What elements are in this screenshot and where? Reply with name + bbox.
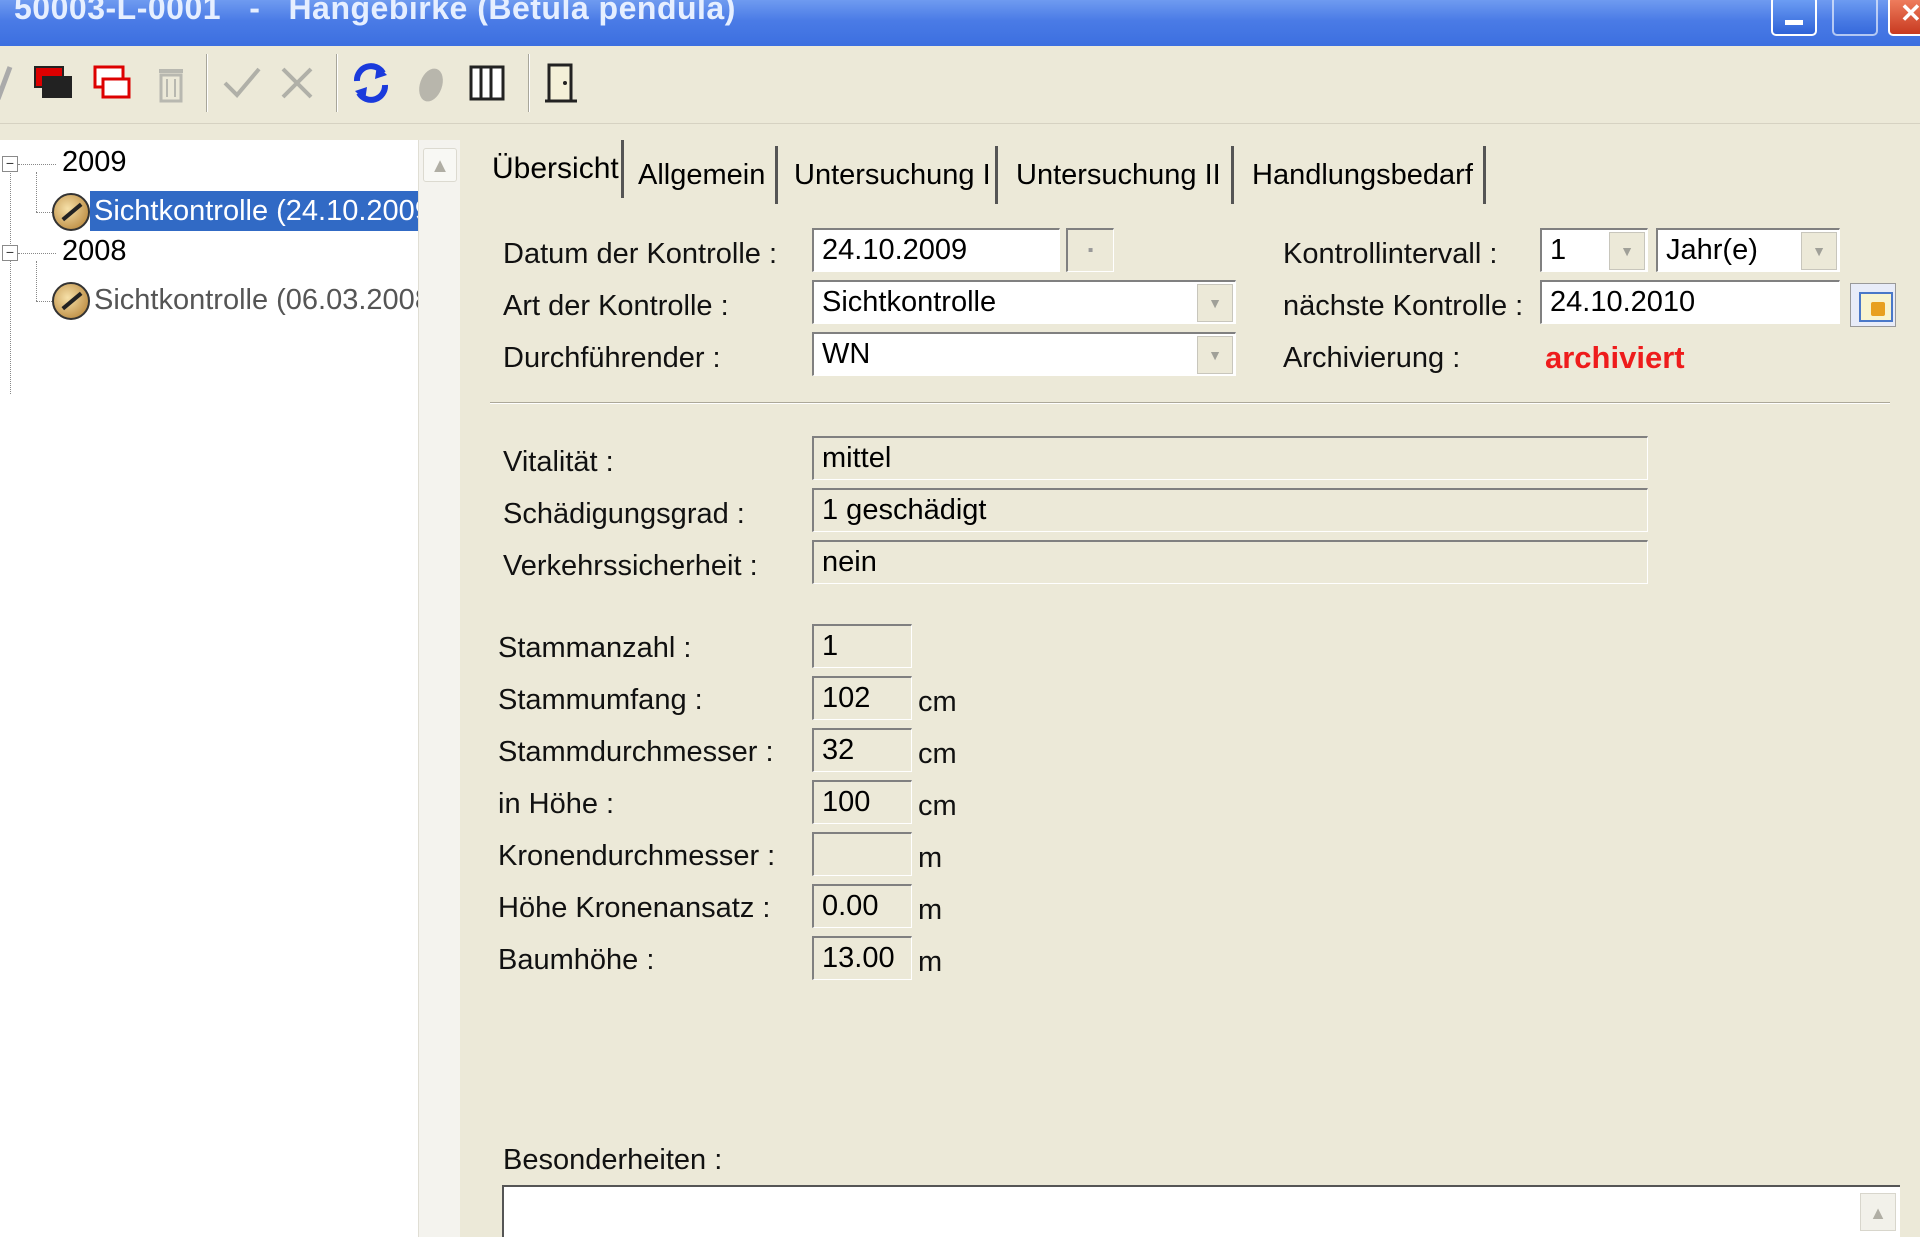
vitalitaet-label: Vitalität : bbox=[503, 446, 614, 478]
stammdm-unit: cm bbox=[918, 738, 957, 770]
tree-year-2009[interactable]: 2009 bbox=[62, 146, 127, 179]
kronenansatz-label: Höhe Kronenansatz : bbox=[498, 892, 771, 924]
schaed-field: 1 geschädigt bbox=[812, 488, 1648, 532]
expander-2009[interactable]: − bbox=[2, 156, 18, 172]
tab-uebersicht[interactable]: Übersicht bbox=[484, 140, 624, 198]
scroll-up-arrow-icon[interactable]: ▲ bbox=[423, 148, 457, 182]
naechste-field[interactable]: 24.10.2010 bbox=[1540, 280, 1840, 324]
inspection-icon bbox=[52, 282, 90, 320]
tab-handlungsbedarf[interactable]: Handlungsbedarf bbox=[1244, 146, 1486, 204]
toolbar bbox=[0, 46, 1920, 124]
tab-untersuchung-1[interactable]: Untersuchung I bbox=[786, 146, 998, 204]
chevron-down-icon[interactable]: ▼ bbox=[1197, 336, 1233, 374]
refresh-icon[interactable] bbox=[346, 56, 396, 110]
divider bbox=[490, 402, 1890, 404]
tree-scrollbar[interactable]: ▲ bbox=[418, 140, 460, 1237]
datum-field[interactable]: 24.10.2009 bbox=[812, 228, 1060, 272]
intervall-unit-value: Jahr(e) bbox=[1666, 234, 1758, 266]
baumhoehe-unit: m bbox=[918, 946, 943, 978]
intervall-select-value: 1 bbox=[1550, 234, 1567, 266]
attach-icon[interactable] bbox=[406, 56, 456, 110]
exit-door-icon[interactable] bbox=[536, 56, 586, 110]
art-select-value: Sichtkontrolle bbox=[822, 286, 997, 318]
kronenansatz-unit: m bbox=[918, 894, 943, 926]
stammumfang-unit: cm bbox=[918, 686, 957, 718]
expander-2008[interactable]: − bbox=[2, 245, 18, 261]
intervall-unit-select[interactable]: Jahr(e) ▼ bbox=[1656, 228, 1840, 272]
tab-untersuchung-2[interactable]: Untersuchung II bbox=[1008, 146, 1234, 204]
chevron-down-icon[interactable]: ▼ bbox=[1801, 232, 1837, 270]
schaed-label: Schädigungsgrad : bbox=[503, 498, 745, 530]
close-button[interactable] bbox=[1888, 0, 1920, 36]
besonderheiten-textarea[interactable]: ▲ bbox=[502, 1185, 1900, 1237]
maximize-button[interactable] bbox=[1832, 0, 1878, 36]
title-bar: 50003-L-0001 - Hängebirke (Betula pendul… bbox=[0, 0, 1920, 46]
tree-item-sichtkontrolle-2009[interactable]: Sichtkontrolle (24.10.2009) bbox=[90, 191, 445, 231]
confirm-icon[interactable] bbox=[216, 56, 266, 110]
verkehr-field: nein bbox=[812, 540, 1648, 584]
durch-select[interactable]: WN ▼ bbox=[812, 332, 1236, 376]
stammdm-label: Stammdurchmesser : bbox=[498, 736, 774, 768]
kronenansatz-field: 0.00 bbox=[812, 884, 912, 928]
inspection-icon bbox=[52, 193, 90, 231]
date-picker-button[interactable]: ▪ bbox=[1066, 228, 1114, 272]
stammanzahl-label: Stammanzahl : bbox=[498, 632, 692, 664]
durch-select-value: WN bbox=[822, 338, 871, 370]
stammanzahl-field: 1 bbox=[812, 624, 912, 668]
tree-item-sichtkontrolle-2008[interactable]: Sichtkontrolle (06.03.2008) bbox=[94, 280, 441, 320]
durch-label: Durchführender : bbox=[503, 342, 721, 374]
naechste-label: nächste Kontrolle : bbox=[1283, 290, 1524, 322]
columns-icon[interactable] bbox=[462, 56, 512, 110]
hoehe-field: 100 bbox=[812, 780, 912, 824]
splitter[interactable] bbox=[460, 140, 474, 1237]
copy-record-icon[interactable] bbox=[88, 56, 138, 110]
scroll-up-arrow-icon[interactable]: ▲ bbox=[1860, 1193, 1896, 1231]
calendar-icon[interactable] bbox=[1850, 283, 1896, 327]
krone-label: Kronendurchmesser : bbox=[498, 840, 776, 872]
new-record-icon[interactable] bbox=[28, 56, 78, 110]
chevron-down-icon[interactable]: ▼ bbox=[1197, 284, 1233, 322]
cancel-icon[interactable] bbox=[272, 56, 322, 110]
verkehr-label: Verkehrssicherheit : bbox=[503, 550, 758, 582]
archiv-label: Archivierung : bbox=[1283, 342, 1461, 374]
minimize-button[interactable] bbox=[1771, 0, 1817, 36]
hoehe-label: in Höhe : bbox=[498, 788, 615, 820]
baumhoehe-field: 13.00 bbox=[812, 936, 912, 980]
datum-label: Datum der Kontrolle : bbox=[503, 238, 778, 270]
intervall-label: Kontrollintervall : bbox=[1283, 238, 1498, 270]
inspection-tree: − 2009 Sichtkontrolle (24.10.2009) − 200… bbox=[0, 140, 445, 1237]
stammumfang-field: 102 bbox=[812, 676, 912, 720]
intervall-select[interactable]: 1 ▼ bbox=[1540, 228, 1648, 272]
besonderheiten-label: Besonderheiten : bbox=[503, 1144, 723, 1176]
art-select[interactable]: Sichtkontrolle ▼ bbox=[812, 280, 1236, 324]
krone-unit: m bbox=[918, 842, 943, 874]
baumhoehe-label: Baumhöhe : bbox=[498, 944, 655, 976]
art-label: Art der Kontrolle : bbox=[503, 290, 729, 322]
chevron-down-icon[interactable]: ▼ bbox=[1609, 232, 1645, 270]
tree-year-2008[interactable]: 2008 bbox=[62, 235, 127, 268]
vitalitaet-field: mittel bbox=[812, 436, 1648, 480]
archiv-status: archiviert bbox=[1545, 340, 1685, 375]
hoehe-unit: cm bbox=[918, 790, 957, 822]
tab-allgemein[interactable]: Allgemein bbox=[630, 146, 778, 204]
delete-icon[interactable] bbox=[146, 56, 196, 110]
window-title: 50003-L-0001 - Hängebirke (Betula pendul… bbox=[14, 0, 736, 26]
krone-field bbox=[812, 832, 912, 876]
stammdm-field: 32 bbox=[812, 728, 912, 772]
stammumfang-label: Stammumfang : bbox=[498, 684, 703, 716]
